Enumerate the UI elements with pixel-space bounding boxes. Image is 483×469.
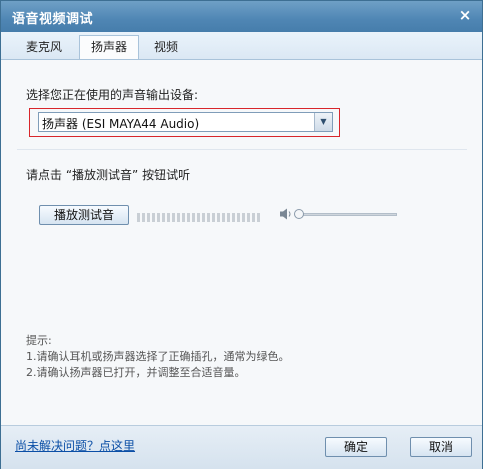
tab-video[interactable]: 视频	[143, 36, 189, 59]
output-device-value: 扬声器 (ESI MAYA44 Audio)	[42, 117, 200, 131]
test-instruction: 请点击 “播放测试音” 按钮试听	[26, 168, 191, 182]
tab-bar: 麦克风 扬声器 视频	[1, 32, 482, 60]
volume-slider[interactable]	[296, 213, 397, 216]
tip-line-1: 1.请确认耳机或扬声器选择了正确插孔，通常为绿色。	[26, 350, 290, 363]
window-title: 语音视频调试	[12, 12, 94, 27]
footer-bar: 尚未解决问题？点这里 确定 取消	[1, 425, 482, 469]
output-level-meter	[137, 211, 262, 222]
tips-section: 提示: 1.请确认耳机或扬声器选择了正确插孔，通常为绿色。 2.请确认扬声器已打…	[26, 333, 290, 381]
tips-heading: 提示:	[26, 334, 52, 347]
chevron-down-icon[interactable]: ▼	[314, 113, 332, 131]
volume-slider-thumb[interactable]	[294, 209, 304, 219]
tab-microphone[interactable]: 麦克风	[15, 36, 73, 59]
title-bar[interactable]: 语音视频调试 ×	[1, 1, 482, 32]
play-test-sound-button[interactable]: 播放测试音	[39, 205, 129, 225]
tab-speaker[interactable]: 扬声器	[79, 35, 139, 59]
voice-video-settings-dialog: 语音视频调试 × 麦克风 扬声器 视频 选择您正在使用的声音输出设备: 扬声器 …	[0, 0, 483, 469]
ok-button[interactable]: 确定	[325, 437, 387, 457]
close-icon[interactable]: ×	[457, 7, 473, 23]
output-device-select[interactable]: 扬声器 (ESI MAYA44 Audio) ▼	[38, 112, 333, 132]
speaker-icon	[280, 208, 291, 220]
cancel-button[interactable]: 取消	[410, 437, 472, 457]
speaker-panel: 选择您正在使用的声音输出设备: 扬声器 (ESI MAYA44 Audio) ▼…	[1, 60, 482, 425]
divider	[17, 149, 467, 150]
help-link[interactable]: 尚未解决问题？点这里	[15, 437, 135, 454]
tip-line-2: 2.请确认扬声器已打开，并调整至合适音量。	[26, 366, 246, 379]
output-device-label: 选择您正在使用的声音输出设备:	[26, 88, 199, 102]
